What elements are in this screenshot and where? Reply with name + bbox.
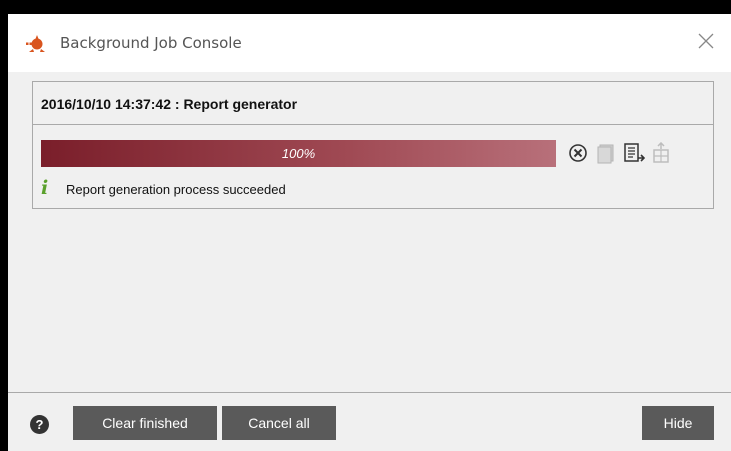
- progress-label: 100%: [281, 146, 316, 161]
- job-progress-bar: 100%: [41, 140, 556, 167]
- hide-button[interactable]: Hide: [642, 406, 714, 440]
- window-title: Background Job Console: [60, 34, 242, 52]
- job-header-label: 2016/10/10 14:37:42 : Report generator: [41, 96, 298, 112]
- cancel-all-button[interactable]: Cancel all: [222, 406, 336, 440]
- job-header: 2016/10/10 14:37:42 : Report generator: [33, 82, 713, 125]
- background-job-console-window: Background Job Console 2016/10/10 14:37:…: [8, 14, 731, 451]
- job-status-text: Report generation process succeeded: [66, 182, 286, 197]
- export-log-icon[interactable]: [623, 142, 645, 164]
- title-bar: Background Job Console: [8, 14, 731, 72]
- clear-finished-button[interactable]: Clear finished: [73, 406, 217, 440]
- cancel-job-icon[interactable]: [567, 142, 589, 164]
- job-panel: 2016/10/10 14:37:42 : Report generator 1…: [32, 81, 714, 209]
- app-logo-icon: [26, 35, 45, 52]
- close-icon[interactable]: [695, 30, 717, 52]
- info-icon: i: [41, 177, 49, 199]
- view-log-icon[interactable]: [595, 142, 617, 164]
- help-icon[interactable]: ?: [30, 415, 49, 434]
- open-result-icon[interactable]: [650, 142, 672, 164]
- footer-divider: [8, 392, 731, 393]
